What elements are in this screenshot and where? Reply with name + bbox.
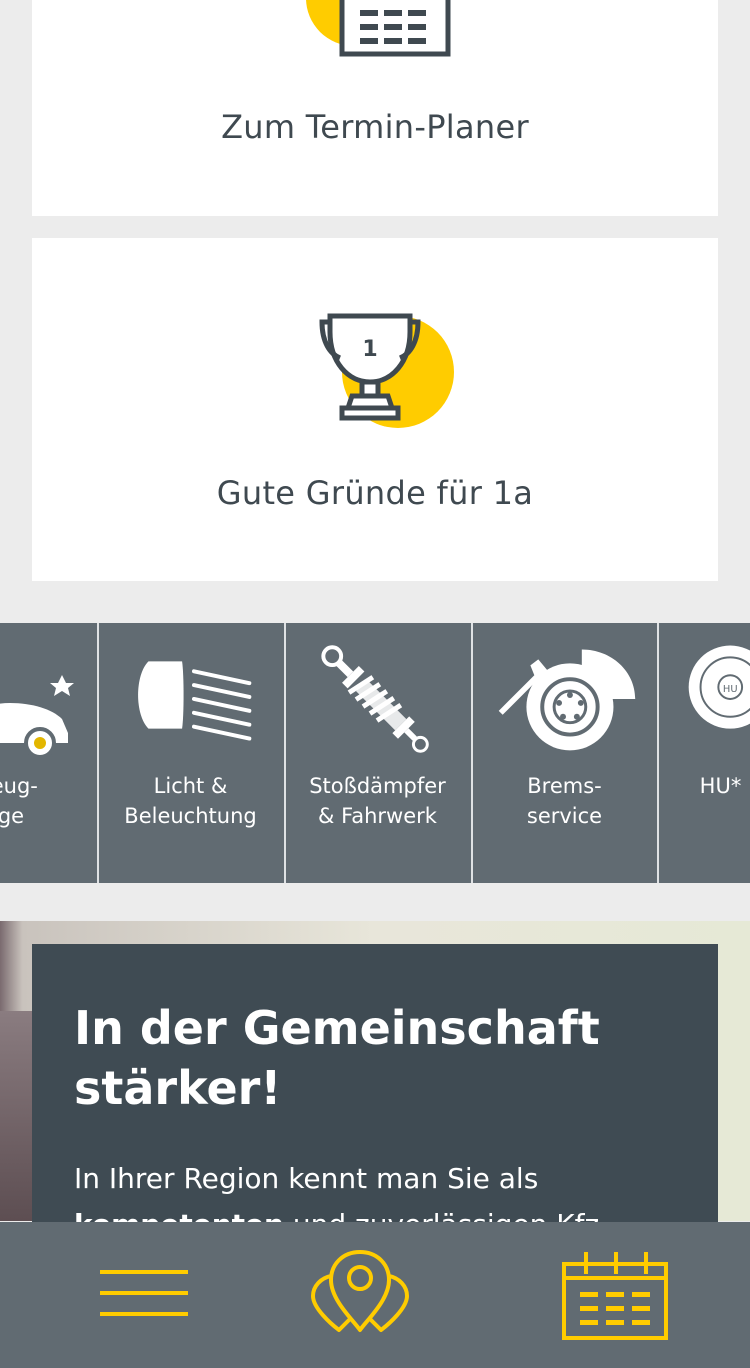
calendar-icon <box>562 1252 668 1340</box>
service-label: Licht & Beleuchtung <box>124 774 257 828</box>
location-pins-icon <box>311 1250 409 1332</box>
service-tile-licht[interactable]: Licht & Beleuchtung <box>97 623 282 883</box>
promo-title: In der Gemeinschaft stärker! <box>74 1001 600 1115</box>
gute-gruende-label: Gute Gründe für 1a <box>216 474 534 512</box>
headlight-icon <box>138 661 252 741</box>
svg-text:HU: HU <box>723 684 738 695</box>
services-carousel[interactable]: rzeug- ege Licht & Beleuchtung <box>0 623 750 883</box>
promo-panel: In der Gemeinschaft stärker! In Ihrer Re… <box>32 944 718 1244</box>
service-label: rzeug- ege <box>0 774 38 828</box>
termin-planer-card[interactable]: Zum Termin-Planer <box>32 0 718 216</box>
shock-absorber-icon <box>321 645 429 753</box>
service-tile-bremsservice[interactable]: Brems- service <box>471 623 656 883</box>
gute-gruende-card[interactable]: 1 Gute Gründe für 1a <box>32 238 718 581</box>
locations-button[interactable] <box>275 1222 475 1368</box>
service-label: Stoßdämpfer & Fahrwerk <box>309 774 446 828</box>
termin-planer-label: Zum Termin-Planer <box>221 108 529 146</box>
car-care-icon <box>0 675 74 755</box>
service-tile-fahrzeugpflege[interactable]: rzeug- ege <box>0 623 97 883</box>
trophy-number: 1 <box>362 337 377 362</box>
promo-text-line: In Ihrer Region kennt man Sie als <box>74 1162 539 1195</box>
menu-icon <box>100 1270 188 1316</box>
menu-button[interactable] <box>40 1222 240 1368</box>
calendar-icon <box>306 0 451 57</box>
service-tile-hu[interactable]: HU HU* <box>657 623 750 883</box>
service-label: HU* <box>699 774 742 798</box>
hu-sticker-icon: HU <box>688 645 750 729</box>
trophy-icon: 1 <box>319 313 454 428</box>
brake-disc-icon <box>498 649 636 751</box>
calendar-button[interactable] <box>520 1222 720 1368</box>
service-tile-stossdaempfer[interactable]: Stoßdämpfer & Fahrwerk <box>284 623 469 883</box>
bottom-navigation <box>0 1222 750 1368</box>
